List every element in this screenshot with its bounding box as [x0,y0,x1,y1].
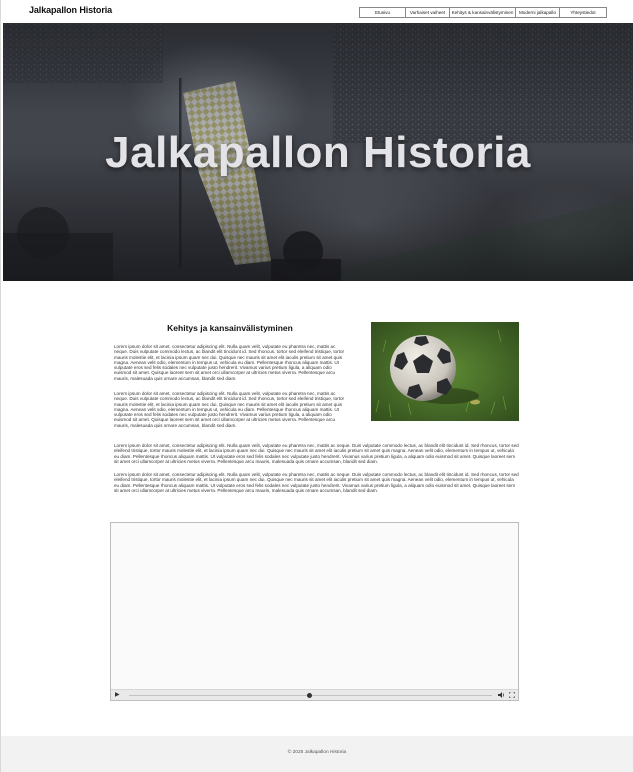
video-player[interactable]: ▶ [110,522,519,701]
article-paragraph-4: Lorem ipsum dolor sit amet, consectetur … [114,472,519,493]
football-on-grass-image [371,322,519,421]
site-title[interactable]: Jalkapallon Historia [29,5,112,15]
football-photo [371,322,519,421]
site-footer: © 2025 Jalkapallon Historia [1,736,633,772]
nav-link-etusivu[interactable]: Etusivu [360,8,406,17]
nav-link-yhteystiedot[interactable]: Yhteystiedot [560,8,606,17]
page: Jalkapallon Historia Etusivu Varhaiset v… [0,0,634,772]
nav-link-moderni-jalkapallo[interactable]: Moderni jalkapallo [516,8,560,17]
play-icon[interactable]: ▶ [115,692,120,699]
main-nav: Etusivu Varhaiset vaiheet Kehitys & kans… [359,7,607,18]
video-scrub-handle[interactable] [307,693,312,698]
volume-icon[interactable] [498,692,505,701]
footer-copyright: © 2025 Jalkapallon Historia [287,750,347,755]
hero-title: Jalkapallon Historia [105,128,531,177]
video-controls: ▶ [111,689,518,700]
fullscreen-icon[interactable] [508,691,516,701]
hero-banner: Jalkapallon Historia [3,23,633,281]
article-paragraph-3: Lorem ipsum dolor sit amet, consectetur … [114,443,519,464]
site-header: Jalkapallon Historia Etusivu Varhaiset v… [1,0,633,23]
article-paragraph-1: Lorem ipsum dolor sit amet, consectetur … [114,344,345,381]
nav-link-kehitys[interactable]: Kehitys & kansainvälistyminen [450,8,516,17]
nav-link-varhaiset-vaiheet[interactable]: Varhaiset vaiheet [406,8,450,17]
article-paragraph-2: Lorem ipsum dolor sit amet, consectetur … [114,391,345,428]
article-heading: Kehitys ja kansainvälistyminen [167,323,293,333]
